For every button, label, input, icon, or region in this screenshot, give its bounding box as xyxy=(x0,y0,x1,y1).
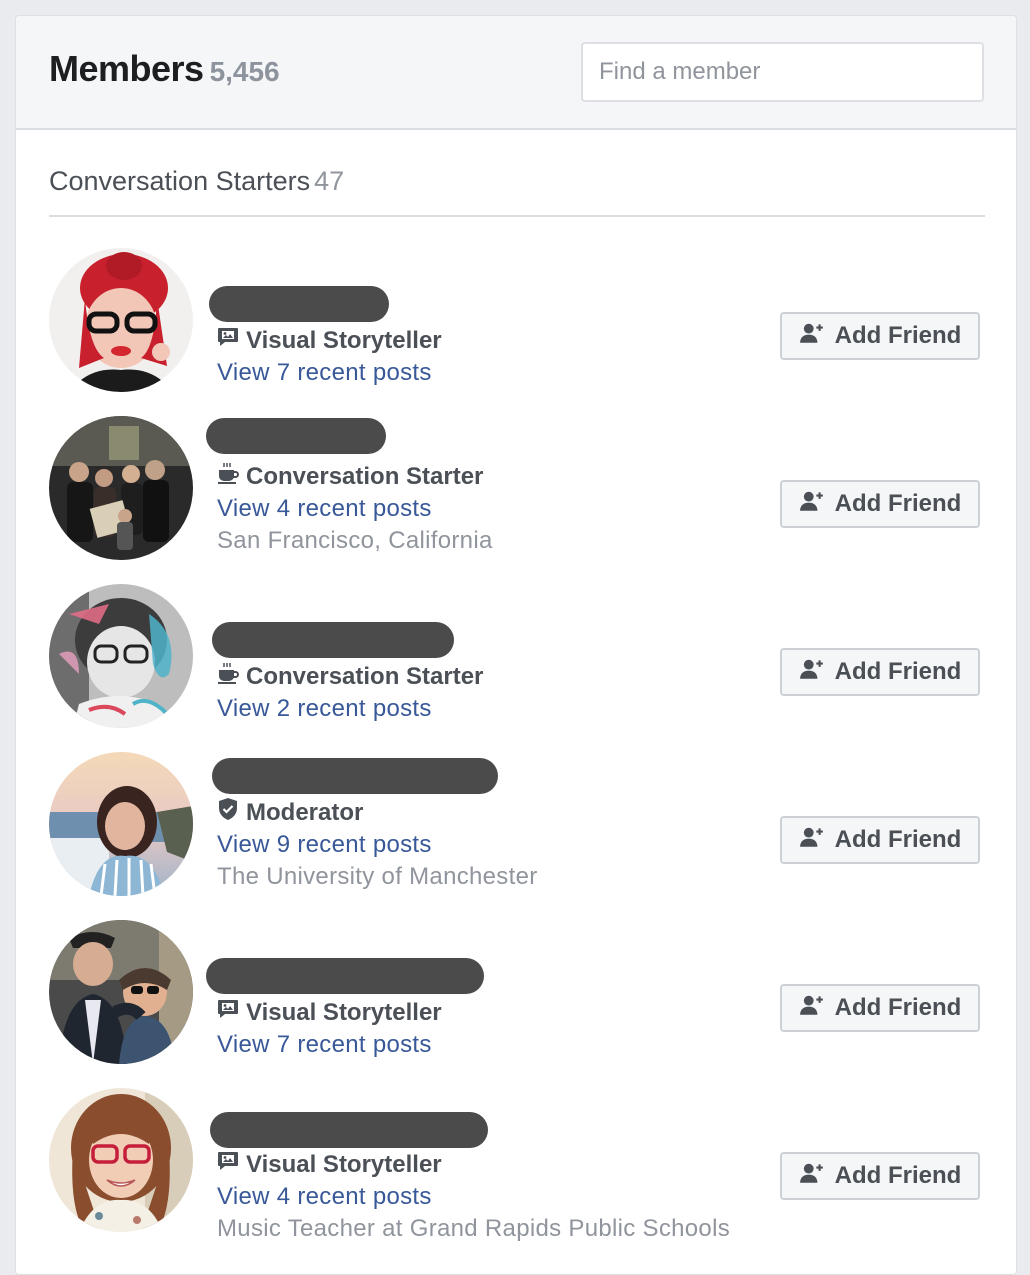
avatar[interactable] xyxy=(49,248,193,392)
coffee-cup-icon xyxy=(216,661,240,692)
avatar[interactable] xyxy=(49,1088,193,1232)
find-member-input[interactable] xyxy=(581,42,984,102)
member-row: Visual Storyteller View 4 recent posts M… xyxy=(16,1088,1016,1256)
add-friend-label: Add Friend xyxy=(834,1162,962,1189)
badge-label: Visual Storyteller xyxy=(246,1150,442,1178)
member-row: Visual Storyteller View 7 recent posts A… xyxy=(16,248,1016,416)
add-friend-label: Add Friend xyxy=(834,658,962,685)
add-friend-icon xyxy=(799,1160,825,1193)
badge-label: Moderator xyxy=(246,798,364,826)
redacted-name xyxy=(212,622,454,658)
avatar[interactable] xyxy=(49,920,193,1064)
shield-check-icon xyxy=(216,797,240,828)
add-friend-label: Add Friend xyxy=(834,322,962,349)
add-friend-icon xyxy=(799,320,825,353)
add-friend-label: Add Friend xyxy=(834,826,962,853)
badge-label: Conversation Starter xyxy=(246,662,484,690)
redacted-name xyxy=(206,418,386,454)
redacted-name xyxy=(210,1112,488,1148)
add-friend-label: Add Friend xyxy=(834,490,962,517)
member-subtext: Music Teacher at Grand Rapids Public Sch… xyxy=(217,1215,731,1242)
members-title: Members xyxy=(49,48,204,89)
section-divider xyxy=(49,215,985,217)
section-title: Conversation Starters 47 xyxy=(49,166,344,197)
member-badge: Conversation Starter xyxy=(216,461,483,492)
add-friend-button[interactable]: Add Friend xyxy=(780,816,980,864)
members-count: 5,456 xyxy=(209,56,280,87)
badge-label: Visual Storyteller xyxy=(246,998,442,1026)
add-friend-icon xyxy=(799,656,825,689)
members-panel: Members5,456 Conversation Starters47 xyxy=(15,15,1017,1275)
add-friend-button[interactable]: Add Friend xyxy=(780,312,980,360)
member-row: Conversation Starter View 2 recent posts… xyxy=(16,584,1016,752)
view-recent-posts-link[interactable]: View 9 recent posts xyxy=(217,831,432,859)
member-row: Moderator View 9 recent posts The Univer… xyxy=(16,752,1016,920)
photo-chat-icon xyxy=(216,1149,240,1180)
page-title: Members 5,456 xyxy=(49,48,280,90)
view-recent-posts-link[interactable]: View 4 recent posts xyxy=(217,495,432,523)
member-subtext: The University of Manchester xyxy=(217,863,538,890)
members-header: Members 5,456 xyxy=(16,16,1016,130)
member-badge: Visual Storyteller xyxy=(216,997,442,1028)
member-badge: Moderator xyxy=(216,797,363,828)
view-recent-posts-link[interactable]: View 4 recent posts xyxy=(217,1183,432,1211)
badge-label: Conversation Starter xyxy=(246,462,484,490)
member-badge: Visual Storyteller xyxy=(216,1149,442,1180)
add-friend-button[interactable]: Add Friend xyxy=(780,480,980,528)
view-recent-posts-link[interactable]: View 2 recent posts xyxy=(217,695,432,723)
view-recent-posts-link[interactable]: View 7 recent posts xyxy=(217,1031,432,1059)
section-title-label: Conversation Starters xyxy=(49,166,311,196)
add-friend-button[interactable]: Add Friend xyxy=(780,1152,980,1200)
redacted-name xyxy=(212,758,498,794)
member-badge: Conversation Starter xyxy=(216,661,483,692)
view-recent-posts-link[interactable]: View 7 recent posts xyxy=(217,359,432,387)
avatar[interactable] xyxy=(49,416,193,560)
photo-chat-icon xyxy=(216,997,240,1028)
badge-label: Visual Storyteller xyxy=(246,326,442,354)
add-friend-icon xyxy=(799,992,825,1025)
redacted-name xyxy=(206,958,484,994)
photo-chat-icon xyxy=(216,325,240,356)
member-row: Conversation Starter View 4 recent posts… xyxy=(16,416,1016,584)
coffee-cup-icon xyxy=(216,461,240,492)
member-badge: Visual Storyteller xyxy=(216,325,442,356)
add-friend-icon xyxy=(799,824,825,857)
add-friend-icon xyxy=(799,488,825,521)
add-friend-button[interactable]: Add Friend xyxy=(780,984,980,1032)
avatar[interactable] xyxy=(49,584,193,728)
add-friend-button[interactable]: Add Friend xyxy=(780,648,980,696)
section-count: 47 xyxy=(314,166,345,196)
avatar[interactable] xyxy=(49,752,193,896)
member-row: Visual Storyteller View 7 recent posts A… xyxy=(16,920,1016,1088)
redacted-name xyxy=(209,286,389,322)
member-subtext: San Francisco, California xyxy=(217,527,493,554)
add-friend-label: Add Friend xyxy=(834,994,962,1021)
